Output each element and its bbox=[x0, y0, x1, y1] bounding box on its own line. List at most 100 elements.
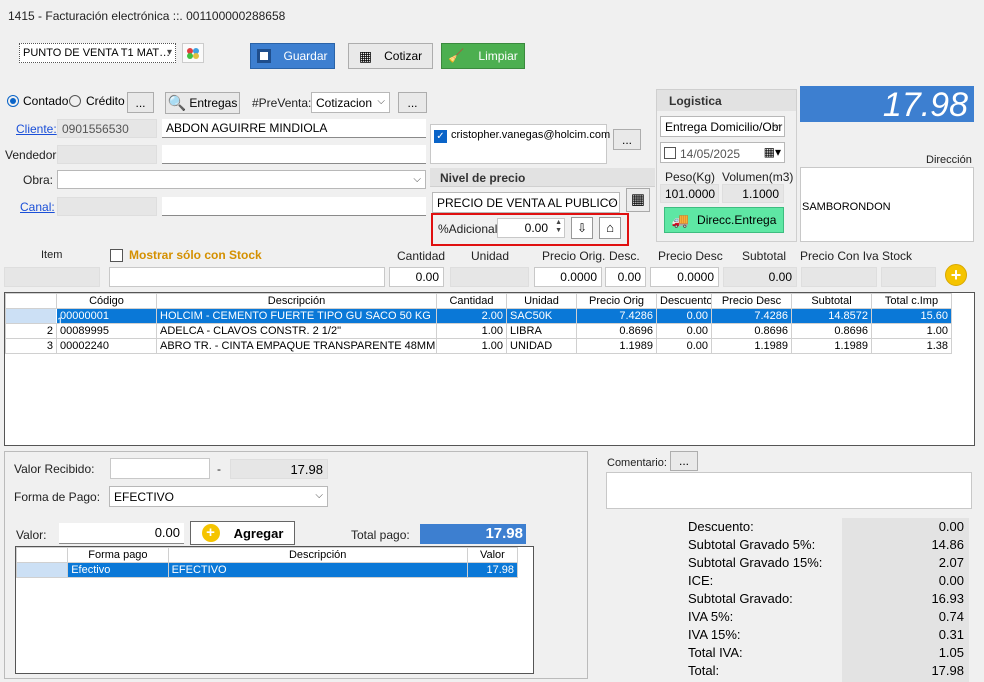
cell-descripcion[interactable]: ABRO TR. - CINTA EMPAQUE TRANSPARENTE 48… bbox=[156, 338, 437, 354]
direcc-entrega-button[interactable]: 🚚 Direcc.Entrega bbox=[664, 207, 784, 233]
credito-radio[interactable]: Crédito bbox=[69, 94, 125, 108]
cell-precio-desc[interactable]: 1.1989 bbox=[711, 338, 792, 354]
cell-index[interactable]: 3 bbox=[5, 338, 57, 354]
unidad-input[interactable] bbox=[450, 267, 529, 287]
cell-cantidad[interactable]: 1.00 bbox=[436, 338, 507, 354]
cell-unidad[interactable]: SAC50K bbox=[506, 308, 577, 324]
col-header-descripcion[interactable]: Descripción bbox=[156, 293, 437, 309]
calendar-icon[interactable]: ▦▾ bbox=[764, 145, 781, 159]
nivel-precio-select[interactable]: PRECIO DE VENTA AL PUBLICO ⌵ bbox=[432, 192, 620, 213]
col-header-codigo[interactable]: Código bbox=[56, 293, 157, 309]
precio-desc-input[interactable]: 0.0000 bbox=[650, 267, 719, 287]
punto-venta-select[interactable]: PUNTO DE VENTA T1 MAT… ▾ bbox=[19, 43, 176, 63]
precio-orig-input[interactable]: 0.0000 bbox=[534, 267, 602, 287]
cell-descripcion[interactable]: ADELCA - CLAVOS CONSTR. 2 1/2" bbox=[156, 323, 437, 339]
cell-precio-orig[interactable]: 7.4286 bbox=[576, 308, 657, 324]
col-header-index[interactable] bbox=[5, 293, 57, 309]
cell-unidad[interactable]: UNIDAD bbox=[506, 338, 577, 354]
logistica-tipo-select[interactable]: Entrega Domicilio/Obr ⌵ bbox=[660, 116, 785, 137]
col-header-total-imp[interactable]: Total c.Imp bbox=[871, 293, 952, 309]
row-selector[interactable] bbox=[15, 562, 69, 578]
valor-recibido-input[interactable] bbox=[110, 458, 210, 479]
col-header-subtotal[interactable]: Subtotal bbox=[791, 293, 872, 309]
table-row[interactable]: 2 00089995 ADELCA - CLAVOS CONSTR. 2 1/2… bbox=[5, 323, 952, 339]
cell-descuento[interactable]: 0.00 bbox=[656, 323, 712, 339]
col-header-descuento[interactable]: Descuento bbox=[656, 293, 712, 309]
cell-precio-desc[interactable]: 0.8696 bbox=[711, 323, 792, 339]
cantidad-input[interactable]: 0.00 bbox=[389, 267, 444, 287]
canal-link[interactable]: Canal: bbox=[20, 200, 55, 214]
comentario-input[interactable] bbox=[606, 472, 972, 509]
col-header-valor[interactable]: Valor bbox=[466, 547, 519, 563]
email-box[interactable]: ✓ cristopher.vanegas@holcim.com bbox=[430, 124, 610, 164]
spinner-icon[interactable]: ▲ ▼ bbox=[555, 219, 562, 235]
cell-precio-orig[interactable]: 0.8696 bbox=[576, 323, 657, 339]
direccion-box[interactable]: SAMBORONDON bbox=[800, 167, 974, 242]
cell-codigo[interactable]: 00000001 bbox=[56, 308, 157, 324]
preventa-select[interactable]: Cotizacion ⌵ bbox=[311, 92, 390, 113]
cotizar-button[interactable]: ▦ Cotizar bbox=[348, 43, 433, 69]
col-header-descripcion[interactable]: Descripción bbox=[167, 547, 468, 563]
home-percent-icon[interactable]: ⌂ bbox=[599, 217, 621, 239]
credito-dots-button[interactable]: ... bbox=[127, 92, 154, 113]
checkbox-checked-icon[interactable]: ✓ bbox=[434, 130, 447, 143]
table-row[interactable]: Efectivo EFECTIVO 17.98 bbox=[15, 562, 519, 578]
cell-index[interactable]: 2 bbox=[5, 323, 57, 339]
cell-total-imp[interactable]: 15.60 bbox=[871, 308, 952, 324]
col-header-cantidad[interactable]: Cantidad bbox=[436, 293, 507, 309]
email-dots-button[interactable]: ... bbox=[613, 129, 641, 150]
cell-unidad[interactable]: LIBRA bbox=[506, 323, 577, 339]
col-header-forma-pago[interactable]: Forma pago bbox=[67, 547, 169, 563]
cell-precio-desc[interactable]: 7.4286 bbox=[711, 308, 792, 324]
desc-input[interactable]: 0.00 bbox=[605, 267, 646, 287]
obra-select[interactable]: ⌵ bbox=[57, 170, 426, 189]
cell-descripcion[interactable]: HOLCIM - CEMENTO FUERTE TIPO GU SACO 50 … bbox=[156, 308, 437, 324]
checkbox-icon[interactable] bbox=[664, 147, 676, 159]
cell-cantidad[interactable]: 1.00 bbox=[436, 323, 507, 339]
cell-precio-orig[interactable]: 1.1989 bbox=[576, 338, 657, 354]
guardar-button[interactable]: Guardar bbox=[250, 43, 335, 69]
col-header-unidad[interactable]: Unidad bbox=[506, 293, 577, 309]
col-header-index[interactable] bbox=[15, 547, 69, 563]
calculator-icon[interactable]: ▦ bbox=[626, 188, 650, 212]
limpiar-button[interactable]: 🧹 Limpiar bbox=[441, 43, 525, 69]
canal-name[interactable] bbox=[162, 197, 426, 216]
cliente-id[interactable]: 0901556530 bbox=[57, 119, 157, 138]
palette-icon[interactable] bbox=[182, 43, 204, 63]
cell-forma-pago[interactable]: Efectivo bbox=[67, 562, 169, 578]
agregar-button[interactable]: + Agregar bbox=[190, 521, 295, 545]
cell-valor[interactable]: 17.98 bbox=[466, 562, 519, 578]
cell-descuento[interactable]: 0.00 bbox=[656, 338, 712, 354]
valor-input[interactable]: 0.00 bbox=[59, 523, 184, 544]
cell-descuento[interactable]: 0.00 bbox=[656, 308, 712, 324]
adicional-input[interactable]: 0.00 ▲ ▼ bbox=[497, 218, 565, 238]
cell-subtotal[interactable]: 1.1989 bbox=[791, 338, 872, 354]
apply-percent-down-icon[interactable]: ⇩ bbox=[571, 217, 593, 239]
col-header-precio-desc[interactable]: Precio Desc bbox=[711, 293, 792, 309]
forma-pago-select[interactable]: EFECTIVO ⌵ bbox=[109, 486, 328, 507]
cell-total-imp[interactable]: 1.38 bbox=[871, 338, 952, 354]
cell-codigo[interactable]: 00002240 bbox=[56, 338, 157, 354]
checkbox-icon[interactable] bbox=[110, 248, 123, 262]
item-input[interactable] bbox=[4, 267, 100, 287]
cliente-link[interactable]: Cliente: bbox=[16, 122, 57, 136]
add-item-icon[interactable]: + bbox=[945, 264, 967, 286]
table-row[interactable]: 3 00002240 ABRO TR. - CINTA EMPAQUE TRAN… bbox=[5, 338, 952, 354]
comentario-dots-button[interactable]: ... bbox=[670, 451, 698, 471]
item-description-input[interactable] bbox=[109, 267, 385, 287]
canal-id[interactable] bbox=[57, 197, 157, 216]
cell-descripcion[interactable]: EFECTIVO bbox=[167, 562, 468, 578]
cell-codigo[interactable]: 00089995 bbox=[56, 323, 157, 339]
contado-radio[interactable]: Contado bbox=[7, 94, 68, 108]
vendedor-name[interactable] bbox=[162, 145, 426, 164]
entregas-button[interactable]: 🔍 Entregas bbox=[165, 92, 240, 114]
preventa-dots-button[interactable]: ... bbox=[398, 92, 427, 113]
row-selector[interactable] bbox=[5, 308, 57, 324]
cell-total-imp[interactable]: 1.00 bbox=[871, 323, 952, 339]
vendedor-id[interactable] bbox=[57, 145, 157, 164]
table-row[interactable]: 00000001 HOLCIM - CEMENTO FUERTE TIPO GU… bbox=[5, 308, 952, 324]
logistica-fecha-picker[interactable]: 14/05/2025 ▦▾ bbox=[660, 142, 785, 163]
col-header-precio-orig[interactable]: Precio Orig bbox=[576, 293, 657, 309]
cell-subtotal[interactable]: 14.8572 bbox=[791, 308, 872, 324]
stock-checkbox[interactable]: Mostrar sólo con Stock bbox=[110, 248, 262, 262]
